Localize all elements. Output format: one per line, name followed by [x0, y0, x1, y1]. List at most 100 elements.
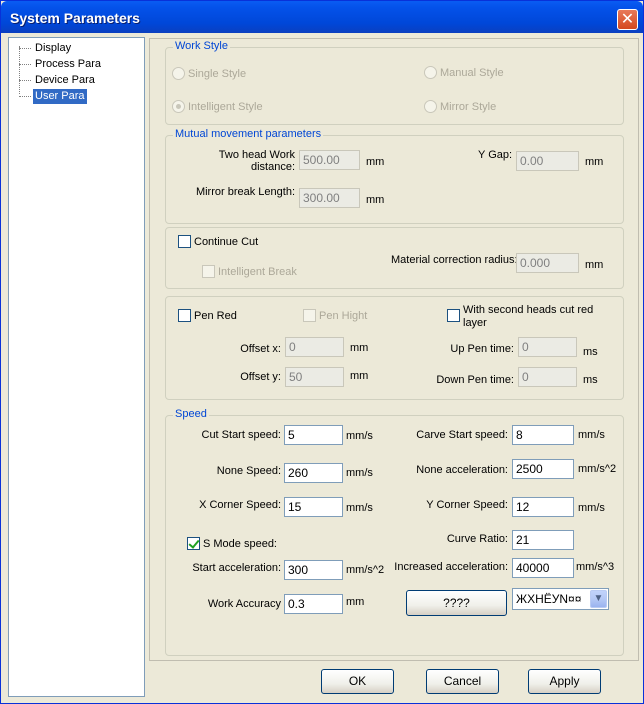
tree-item-label: User Para	[33, 89, 87, 104]
x-corner-unit: mm/s	[346, 502, 373, 514]
carve-start-unit: mm/s	[578, 429, 605, 441]
intelligent-style-label: Intelligent Style	[188, 101, 263, 113]
x-corner-field[interactable]: 15	[284, 497, 343, 517]
continue-cut-group: Continue Cut Intelligent Break Material …	[165, 227, 624, 289]
work-accuracy-unit: mm	[346, 596, 365, 608]
continue-cut-label: Continue Cut	[194, 236, 259, 248]
single-style-radio[interactable]	[172, 67, 185, 80]
s-mode-label: S Mode speed:	[203, 538, 277, 550]
down-pen-label: Down Pen time:	[436, 374, 514, 386]
intelligent-break-label: Intelligent Break	[218, 266, 297, 278]
cancel-button[interactable]: Cancel	[426, 669, 499, 694]
none-acc-field[interactable]: 2500	[512, 459, 574, 479]
encoding-combo[interactable]: ЖХНЁУN¤¤ ▼	[512, 588, 609, 610]
material-radius-label: Material correction radius:	[391, 254, 518, 266]
tree-item-label: Display	[35, 42, 72, 54]
tree-item-device-para[interactable]: Device Para	[15, 73, 97, 88]
speed-group: Speed Cut Start speed: 5 mm/s Carve Star…	[165, 408, 624, 656]
start-acc-field[interactable]: 300	[284, 560, 343, 580]
offset-y-label: Offset y:	[240, 371, 281, 383]
work-style-group: Work Style Single Style Manual Style Int…	[165, 40, 624, 125]
mutual-movement-group: Mutual movement parameters Two head Work…	[165, 128, 624, 224]
y-corner-unit: mm/s	[578, 502, 605, 514]
cut-start-field[interactable]: 5	[284, 425, 343, 445]
x-corner-label: X Corner Speed:	[199, 499, 281, 511]
system-parameters-window: System Parameters ✕ Display Process Para…	[0, 0, 644, 704]
y-corner-label: Y Corner Speed:	[426, 499, 508, 511]
y-gap-field[interactable]: 0.00	[516, 151, 579, 171]
carve-start-label: Carve Start speed:	[416, 429, 508, 441]
manual-style-radio[interactable]	[424, 66, 437, 79]
pen-hight-checkbox[interactable]	[303, 309, 316, 322]
curve-ratio-field[interactable]: 21	[512, 530, 574, 550]
intelligent-style-radio[interactable]	[172, 100, 185, 113]
second-heads-label-line2: layer	[463, 317, 487, 329]
pen-hight-label: Pen Hight	[319, 310, 368, 322]
continue-cut-checkbox[interactable]	[178, 235, 191, 248]
pen-group: Pen Red Pen Hight With second heads cut …	[165, 296, 624, 400]
second-heads-label-line1: With second heads cut red	[463, 304, 594, 316]
mirror-break-label: Mirror break Length:	[195, 186, 295, 198]
inc-acc-unit: mm/s^3	[576, 561, 615, 573]
y-corner-field[interactable]: 12	[512, 497, 574, 517]
none-speed-field[interactable]: 260	[284, 463, 343, 483]
work-accuracy-field[interactable]: 0.3	[284, 594, 343, 614]
mirror-style-radio[interactable]	[424, 100, 437, 113]
second-heads-checkbox[interactable]	[447, 309, 460, 322]
mirror-break-unit: mm	[366, 194, 385, 206]
none-acc-unit: mm/s^2	[578, 463, 617, 475]
none-speed-label: None Speed:	[216, 465, 281, 477]
ok-button[interactable]: OK	[321, 669, 394, 694]
carve-start-field[interactable]: 8	[512, 425, 574, 445]
material-radius-unit: mm	[585, 259, 604, 271]
work-style-title: Work Style	[173, 40, 230, 52]
mutual-movement-title: Mutual movement parameters	[173, 128, 324, 140]
start-acc-unit: mm/s^2	[346, 564, 385, 576]
s-mode-checkbox[interactable]	[187, 537, 200, 550]
close-icon[interactable]: ✕	[617, 9, 638, 30]
mirror-style-label: Mirror Style	[440, 101, 497, 113]
unknown-action-button[interactable]: ????	[406, 590, 507, 616]
down-pen-field[interactable]: 0	[518, 367, 577, 387]
up-pen-field[interactable]: 0	[518, 337, 577, 357]
offset-x-unit: mm	[350, 342, 369, 354]
pen-red-checkbox[interactable]	[178, 309, 191, 322]
none-speed-unit: mm/s	[346, 467, 373, 479]
inc-acc-field[interactable]: 40000	[512, 558, 574, 578]
two-head-unit: mm	[366, 156, 385, 168]
tree-item-display[interactable]: Display	[15, 41, 73, 56]
up-pen-unit: ms	[583, 346, 598, 358]
work-accuracy-label: Work Accuracy	[207, 598, 281, 610]
two-head-distance-field[interactable]: 500.00	[299, 150, 360, 170]
tree-item-process-para[interactable]: Process Para	[15, 57, 103, 72]
category-tree: Display Process Para Device Para User Pa…	[8, 37, 145, 697]
combo-value: ЖХНЁУN¤¤	[516, 592, 582, 606]
y-gap-label: Y Gap:	[478, 149, 513, 161]
two-head-label-line2: distance:	[250, 161, 295, 173]
none-acc-label: None acceleration:	[416, 464, 508, 476]
cut-start-unit: mm/s	[346, 430, 373, 442]
title-bar[interactable]: System Parameters ✕	[1, 1, 643, 33]
pen-red-label: Pen Red	[194, 310, 237, 322]
curve-ratio-label: Curve Ratio:	[446, 533, 508, 545]
apply-button[interactable]: Apply	[528, 669, 601, 694]
inc-acc-label: Increased acceleration:	[394, 561, 508, 573]
intelligent-break-checkbox[interactable]	[202, 265, 215, 278]
speed-title: Speed	[173, 408, 209, 420]
window-title: System Parameters	[10, 10, 140, 26]
down-pen-unit: ms	[583, 374, 598, 386]
start-acc-label: Start acceleration:	[192, 562, 281, 574]
offset-y-unit: mm	[350, 370, 369, 382]
offset-x-field[interactable]: 0	[285, 337, 344, 357]
y-gap-unit: mm	[585, 156, 604, 168]
chevron-down-icon[interactable]: ▼	[590, 590, 607, 608]
mirror-break-field[interactable]: 300.00	[299, 188, 360, 208]
offset-x-label: Offset x:	[240, 343, 281, 355]
offset-y-field[interactable]: 50	[285, 367, 344, 387]
single-style-label: Single Style	[188, 68, 247, 80]
manual-style-label: Manual Style	[440, 67, 504, 79]
tree-item-user-para[interactable]: User Para	[15, 89, 87, 104]
user-para-panel: Work Style Single Style Manual Style Int…	[149, 38, 639, 661]
material-radius-field[interactable]: 0.000	[516, 253, 579, 273]
tree-item-label: Process Para	[35, 58, 102, 70]
